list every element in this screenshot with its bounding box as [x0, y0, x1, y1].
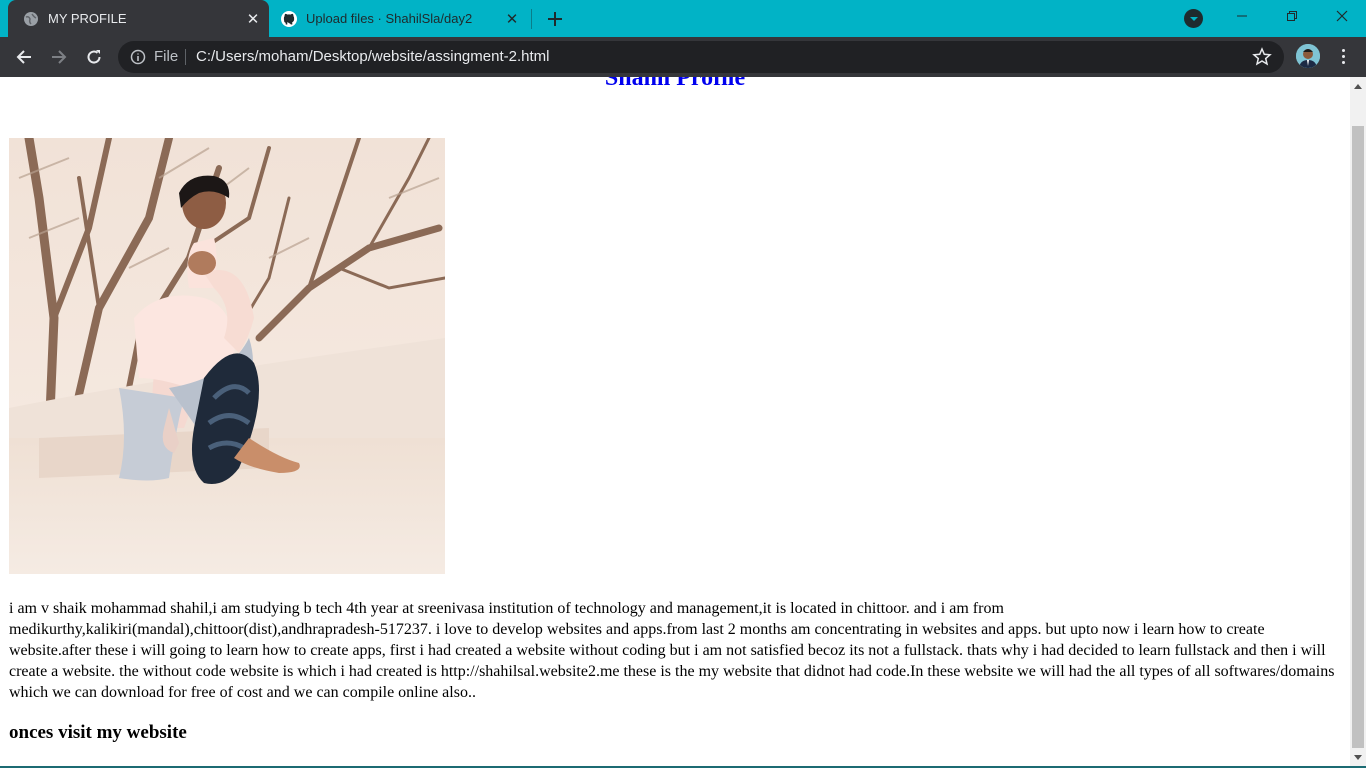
arrow-right-icon — [52, 50, 67, 64]
triangle-up-icon — [1354, 83, 1362, 89]
restore-button[interactable] — [1269, 0, 1315, 32]
reload-button[interactable] — [80, 43, 108, 71]
address-bar[interactable]: File C:/Users/moham/Desktop/website/assi… — [118, 41, 1284, 73]
new-tab-button[interactable] — [543, 7, 567, 31]
visit-website-heading: onces visit my website — [9, 722, 187, 743]
page-title: Shahil Profile — [604, 77, 746, 91]
profile-photo — [9, 138, 445, 574]
tab-search-button[interactable] — [1184, 9, 1203, 28]
scheme-label: File — [154, 48, 179, 65]
globe-icon — [23, 11, 39, 27]
forward-button[interactable] — [45, 43, 73, 71]
dot-icon — [1341, 48, 1345, 52]
back-button[interactable] — [10, 43, 38, 71]
triangle-down-icon — [1354, 754, 1362, 760]
tab-my-profile[interactable]: MY PROFILE ✕ — [8, 0, 269, 37]
tab-title: Upload files · ShahilSla/day2 — [306, 11, 473, 26]
scrollbar-thumb[interactable] — [1352, 126, 1364, 748]
page-viewport: Shahil Profile i am v shaik mohammad sha… — [0, 77, 1350, 766]
github-icon — [281, 10, 297, 27]
tab-strip: MY PROFILE ✕ Upload files · ShahilSla/da… — [0, 0, 1366, 37]
dot-icon — [1341, 54, 1345, 58]
reload-icon — [87, 50, 101, 64]
minimize-button[interactable] — [1219, 0, 1265, 32]
close-window-button[interactable] — [1319, 0, 1365, 32]
url-text[interactable]: C:/Users/moham/Desktop/website/assingmen… — [196, 48, 549, 65]
profile-avatar[interactable] — [1296, 44, 1320, 68]
dot-icon — [1341, 60, 1345, 64]
info-icon[interactable] — [130, 49, 146, 65]
vertical-scrollbar[interactable] — [1350, 77, 1366, 766]
tab-divider — [531, 9, 532, 29]
browser-toolbar: File C:/Users/moham/Desktop/website/assi… — [0, 37, 1366, 77]
scroll-up-button[interactable] — [1350, 77, 1366, 94]
browser-menu-button[interactable] — [1335, 44, 1351, 68]
scroll-down-button[interactable] — [1350, 749, 1366, 766]
close-tab-icon[interactable]: ✕ — [502, 9, 522, 29]
close-tab-icon[interactable]: ✕ — [243, 9, 263, 29]
plus-icon — [548, 12, 562, 26]
close-icon — [1336, 10, 1348, 22]
minimize-icon — [1237, 15, 1247, 17]
tab-title: MY PROFILE — [48, 11, 127, 26]
chevron-down-icon — [1189, 16, 1198, 21]
user-avatar-icon — [1296, 44, 1320, 68]
tab-upload-files[interactable]: Upload files · ShahilSla/day2 ✕ — [272, 0, 532, 37]
restore-icon — [1287, 11, 1297, 21]
bookmark-star-icon[interactable] — [1252, 47, 1272, 67]
bio-paragraph: i am v shaik mohammad shahil,i am studyi… — [9, 600, 1335, 701]
omnibox-divider — [185, 49, 186, 65]
arrow-left-icon — [16, 50, 31, 64]
